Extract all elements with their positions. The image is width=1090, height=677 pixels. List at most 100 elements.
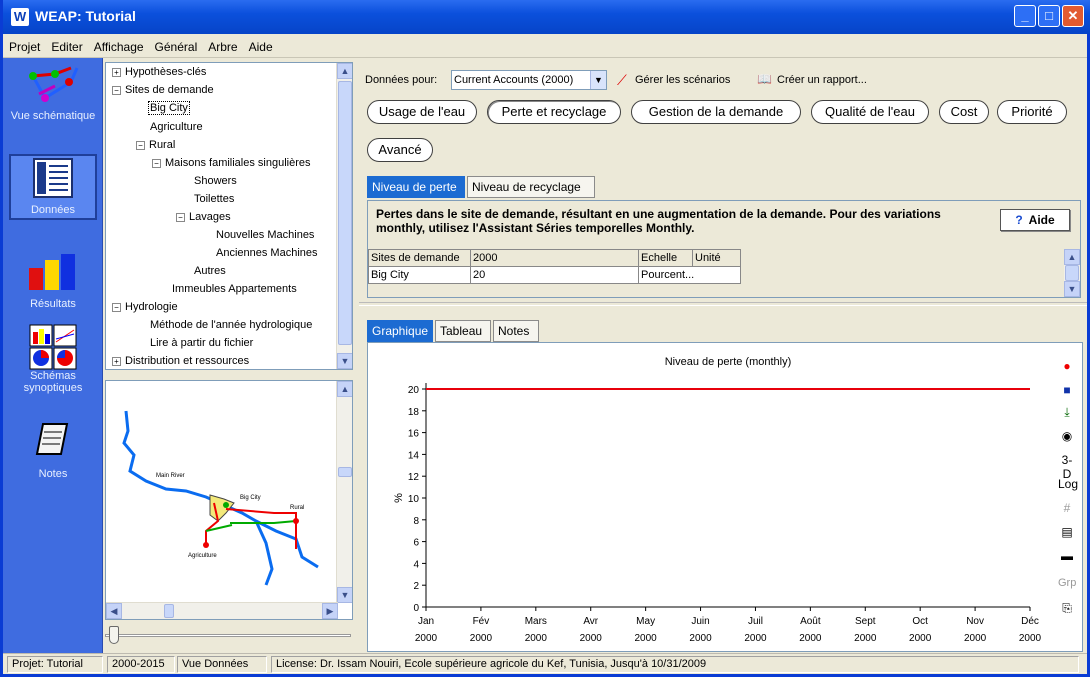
tree-scrollbar[interactable]: ▲ ▼ [336,63,352,369]
scenario-select[interactable]: Current Accounts (2000) ▼ [451,70,607,90]
tree-item-single-family[interactable]: − Maisons familiales singulières [152,157,311,169]
tree-item-demand-sites[interactable]: − Sites de demande [112,84,214,96]
tab-reuse-level[interactable]: Niveau de recyclage [467,176,595,198]
y-tick-label: 6 [413,538,419,549]
help-icon: ? [1015,213,1023,227]
create-report-link[interactable]: Créer un rapport... [777,74,867,86]
tree-item-old-machines[interactable]: Anciennes Machines [216,247,318,259]
table-icon[interactable]: ▤ [1058,525,1076,539]
collapse-icon[interactable]: − [152,158,161,168]
scroll-up-icon[interactable]: ▲ [337,63,352,79]
legend-icon[interactable]: ■ [1058,383,1076,397]
help-label: Aide [1028,213,1055,227]
grid-cell-site[interactable]: Big City [368,266,471,284]
copy-icon[interactable]: ⎘ [1058,601,1076,616]
menu-general[interactable]: Général [149,34,203,54]
zoom-slider[interactable] [105,625,353,647]
nav-data[interactable]: Données [9,154,97,220]
maximize-button[interactable]: □ [1038,5,1060,27]
scroll-down-icon[interactable]: ▼ [337,353,352,369]
schematic-map[interactable]: Main River Big City Rural Agriculture ▲ … [105,380,353,620]
grid-cell-value[interactable]: 20 [470,266,639,284]
tree-item-new-machines[interactable]: Nouvelles Machines [216,229,314,241]
splitter[interactable] [359,302,1087,306]
close-button[interactable]: ✕ [1062,5,1084,27]
weap-app-icon[interactable]: W [11,8,29,26]
tree-item-hydrology[interactable]: − Hydrologie [112,301,178,313]
collapse-icon[interactable]: − [112,302,121,312]
tree-item-washing[interactable]: − Lavages [176,211,231,223]
grid-icon[interactable]: # [1058,501,1076,515]
export-icon[interactable]: ⤓ [1058,405,1076,420]
nav-notes[interactable]: Notes [9,420,97,480]
menu-aide[interactable]: Aide [243,34,278,54]
menu-editer[interactable]: Editer [45,34,87,54]
scroll-left-icon[interactable]: ◀ [106,603,122,619]
nav-schematic[interactable]: Vue schématique [9,64,97,122]
expand-icon[interactable]: + [112,67,121,77]
category-cost[interactable]: Cost [939,100,989,124]
menu-projet[interactable]: Projet [3,34,45,54]
scroll-thumb[interactable] [338,81,352,345]
scroll-thumb[interactable] [164,604,174,618]
map-vscrollbar[interactable]: ▲ ▼ [336,381,352,603]
tree-item-big-city[interactable]: Big City [148,101,190,115]
tab-loss-level[interactable]: Niveau de perte [367,176,465,198]
scroll-thumb[interactable] [338,467,352,477]
category-water-quality[interactable]: Qualité de l'eau [811,100,929,124]
scroll-right-icon[interactable]: ▶ [322,603,338,619]
manage-scenarios-link[interactable]: Gérer les scénarios [635,74,730,86]
chevron-down-icon[interactable]: ▼ [590,71,606,89]
category-priority[interactable]: Priorité [997,100,1067,124]
minimize-button[interactable]: _ [1014,5,1036,27]
tree-item-agriculture[interactable]: Agriculture [150,121,203,133]
table-row[interactable]: Big City 20 Pourcent... [368,266,741,284]
map-label-agriculture: Agriculture [188,553,217,559]
color-palette-icon[interactable]: ● [1058,359,1076,373]
scroll-down-icon[interactable]: ▼ [1064,281,1080,297]
title-bar[interactable]: W WEAP: Tutorial _ □ ✕ [3,0,1090,34]
nav-overviews[interactable]: Schémas synoptiques [9,324,97,394]
log-toggle[interactable]: Log [1058,477,1078,491]
tab-table[interactable]: Tableau [435,320,491,342]
menu-arbre[interactable]: Arbre [202,34,242,54]
y-tick-label: 14 [408,450,420,461]
grid-scrollbar[interactable]: ▲ ▼ [1064,249,1080,297]
scroll-thumb[interactable] [1065,265,1079,281]
scroll-up-icon[interactable]: ▲ [1064,249,1080,265]
map-label-rural: Rural [290,505,305,511]
tree-item-showers[interactable]: Showers [194,175,237,187]
line-style-icon[interactable]: ▬ [1058,549,1076,563]
category-water-use[interactable]: Usage de l'eau [367,100,477,124]
y-tick-label: 16 [408,429,420,440]
grid-cell-scale[interactable]: Pourcent... [638,266,741,284]
status-view: Vue Données [177,656,267,673]
help-button[interactable]: ? Aide [1000,209,1070,231]
expand-icon[interactable]: + [112,356,121,366]
slider-thumb[interactable] [109,626,119,644]
tree-item-apartments[interactable]: Immeubles Appartements [172,283,297,295]
tree-item-toilets[interactable]: Toilettes [194,193,234,205]
tree-item-water-year-method[interactable]: Méthode de l'année hydrologique [150,319,312,331]
category-demand-management[interactable]: Gestion de la demande [631,100,801,124]
collapse-icon[interactable]: − [136,140,145,150]
tree-item-rural[interactable]: − Rural [136,139,175,151]
nav-results[interactable]: Résultats [9,250,97,310]
tree-item-others[interactable]: Autres [194,265,226,277]
marker-icon[interactable]: ◉ [1058,429,1076,443]
category-advanced[interactable]: Avancé [367,138,433,162]
tree-item-key-assumptions[interactable]: + Hypothèses-clés [112,66,206,78]
scroll-up-icon[interactable]: ▲ [337,381,352,397]
category-loss-reuse[interactable]: Perte et recyclage [487,100,621,124]
group-toggle[interactable]: Grp [1058,577,1076,589]
tab-chart[interactable]: Graphique [367,320,433,342]
tree-item-read-from-file[interactable]: Lire à partir du fichier [150,337,253,349]
collapse-icon[interactable]: − [176,212,185,222]
menu-affichage[interactable]: Affichage [88,34,149,54]
tree-item-supply-resources[interactable]: + Distribution et ressources [112,355,249,367]
grid-header-cell: 2000 [470,249,639,267]
map-hscrollbar[interactable]: ◀ ▶ [106,602,338,619]
scroll-down-icon[interactable]: ▼ [337,587,352,603]
tab-notes[interactable]: Notes [493,320,539,342]
collapse-icon[interactable]: − [112,85,121,95]
